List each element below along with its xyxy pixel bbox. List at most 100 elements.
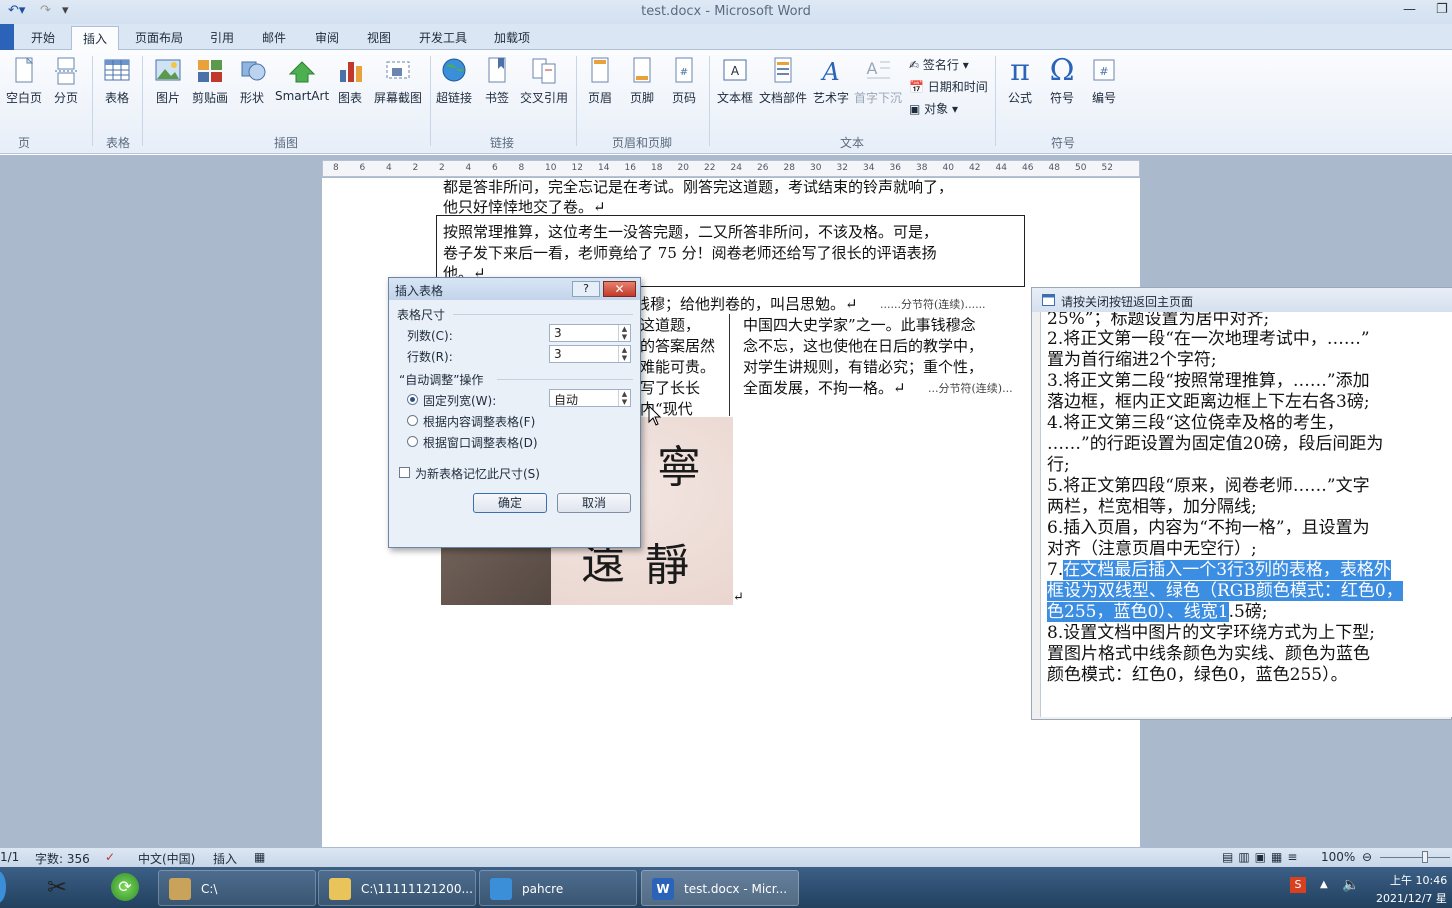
panel-title-bar[interactable]: 请按关闭按钮返回主页面 <box>1032 288 1452 312</box>
clock-time[interactable]: 上午 10:46 <box>1390 872 1447 888</box>
tab-mailings[interactable]: 邮件 <box>262 29 286 46</box>
page-break-button[interactable]: 分页 <box>52 56 80 106</box>
footer-button[interactable]: 页脚 <box>628 56 656 106</box>
rows-stepper[interactable]: 3 ▲ ▼ <box>549 345 631 363</box>
symbol-button[interactable]: Ω 符号 <box>1047 56 1077 106</box>
wordart-button[interactable]: A 艺术字 <box>812 56 850 106</box>
screenshot-button[interactable]: 屏幕截图 <box>373 56 423 106</box>
shapes-label: 形状 <box>239 91 264 105</box>
fixed-width-radio[interactable] <box>407 394 418 405</box>
taskbar-item[interactable]: C:\ <box>158 870 316 906</box>
signature-line-button[interactable]: ✍ 签名行 ▾ <box>909 56 969 73</box>
minimize-icon[interactable]: — <box>1403 2 1416 17</box>
taskbar-item[interactable]: pahcre <box>479 870 637 906</box>
explorer-icon <box>169 878 191 900</box>
dialog-title-bar[interactable]: 插入表格 ? ✕ <box>389 278 640 300</box>
number-button[interactable]: # 编号 <box>1089 56 1119 106</box>
stepper-arrows[interactable]: ▲ ▼ <box>618 346 630 362</box>
blank-page-button[interactable]: 空白页 <box>6 56 42 106</box>
page-indicator[interactable]: 1/1 <box>0 850 19 864</box>
shapes-icon <box>241 61 266 81</box>
dropcap-icon: A <box>867 59 890 79</box>
horizontal-ruler[interactable]: 8 6 4 2 2 4 6 8 10 12 14 16 18 20 22 24 26 28 30 32 34 36 38 40… <box>322 160 1140 177</box>
zoom-slider-thumb[interactable] <box>1422 851 1428 863</box>
smartart-button[interactable]: SmartArt <box>275 56 329 103</box>
file-tab[interactable] <box>0 24 14 50</box>
ruler-mark: 30 <box>810 163 822 173</box>
tab-page-layout[interactable]: 页面布局 <box>135 29 183 46</box>
crossref-button[interactable]: 交叉引用 <box>519 56 569 106</box>
macro-icon[interactable]: ▦ <box>254 850 265 864</box>
group-divider <box>497 379 633 380</box>
header-button[interactable]: 页眉 <box>586 56 614 106</box>
tab-insert[interactable]: 插入 <box>71 26 120 51</box>
bookmark-button[interactable]: 书签 <box>483 56 511 106</box>
ok-button[interactable]: 确定 <box>473 493 547 513</box>
close-button[interactable]: ✕ <box>603 281 636 297</box>
cancel-button[interactable]: 取消 <box>557 493 631 513</box>
tab-review[interactable]: 审阅 <box>315 29 339 46</box>
tray-expand-icon[interactable]: ▲ <box>1320 879 1328 890</box>
stepper-arrows[interactable]: ▲ ▼ <box>618 325 630 341</box>
clock-date[interactable]: 2021/12/7 星 <box>1376 890 1447 906</box>
tab-addins[interactable]: 加载项 <box>494 29 530 46</box>
proofing-icon[interactable]: ✓ <box>105 850 115 864</box>
datetime-button[interactable]: 📅 日期和时间 <box>909 78 988 95</box>
panel-content[interactable]: 25%”；标题设置为居中对齐; 2.将正文第一段“在一次地理考试中，……” 置为… <box>1040 312 1452 717</box>
autofit-content-radio[interactable] <box>407 415 418 426</box>
tab-home[interactable]: 开始 <box>31 29 55 46</box>
fixed-width-stepper[interactable]: 自动 ▲ ▼ <box>549 389 631 407</box>
object-button[interactable]: ▣ 对象 ▾ <box>909 100 958 117</box>
quickparts-button[interactable]: 文档部件 <box>758 56 808 106</box>
start-button[interactable] <box>0 871 6 903</box>
restore-icon[interactable]: ❐ <box>1436 2 1448 17</box>
taskbar-item[interactable]: C:\11111121200... <box>318 870 476 906</box>
signature-label: 签名行 <box>922 58 959 72</box>
taskbar-item-active[interactable]: Wtest.docx - Micr... <box>641 870 799 906</box>
tab-references[interactable]: 引用 <box>210 29 234 46</box>
chart-button[interactable]: 图表 <box>337 56 363 106</box>
zoom-out-icon[interactable]: ⊖ <box>1362 850 1372 864</box>
ruler-mark: 36 <box>889 163 901 173</box>
ribbon-separator <box>995 56 996 146</box>
remote-app-icon <box>490 878 512 900</box>
page-number-button[interactable]: # 页码 <box>670 56 698 106</box>
calendar-icon: 📅 <box>909 80 924 94</box>
instruction-panel: 请按关闭按钮返回主页面 25%”；标题设置为居中对齐; 2.将正文第一段“在一次… <box>1031 287 1452 720</box>
zoom-slider[interactable] <box>1380 857 1450 858</box>
ime-icon[interactable]: S <box>1290 877 1306 893</box>
refresh-app-icon[interactable]: ⟳ <box>111 873 139 901</box>
group-divider <box>453 314 633 315</box>
clipart-button[interactable]: 剪贴画 <box>191 56 229 106</box>
ruler-mark: 38 <box>916 163 928 173</box>
textbox-button[interactable]: A 文本框 <box>716 56 754 106</box>
task-line: ……”的行距设置为固定值20磅，段后间距为 <box>1047 434 1384 454</box>
hyperlink-button[interactable]: 超链接 <box>435 56 473 106</box>
shapes-button[interactable]: 形状 <box>239 56 266 106</box>
language-indicator[interactable]: 中文(中国) <box>138 850 195 867</box>
tab-developer[interactable]: 开发工具 <box>419 29 467 46</box>
remember-size-checkbox[interactable] <box>399 467 410 478</box>
snipping-tool-icon[interactable]: ✂ <box>47 873 67 901</box>
word-count[interactable]: 字数: 356 <box>35 850 90 867</box>
view-buttons[interactable]: ▤▥▣▦≡ <box>1222 850 1302 864</box>
right-column-line: 全面发展，不拘一格。↵ <box>743 379 906 397</box>
left-column-line: 难能可贵。 <box>640 358 716 376</box>
columns-stepper[interactable]: 3 ▲ ▼ <box>549 324 631 342</box>
zoom-level[interactable]: 100% <box>1321 850 1355 864</box>
stepper-arrows[interactable]: ▲ ▼ <box>618 390 630 406</box>
equation-button[interactable]: π 公式 <box>1005 56 1035 106</box>
dropcap-button[interactable]: A 首字下沉 <box>854 56 902 106</box>
insert-mode[interactable]: 插入 <box>213 850 237 867</box>
table-button[interactable]: 表格 <box>102 56 132 106</box>
tab-view[interactable]: 视图 <box>367 29 391 46</box>
volume-icon[interactable]: 🔈 <box>1342 877 1359 893</box>
page-break-icon <box>55 57 77 85</box>
ribbon-separator <box>92 56 93 146</box>
taskbar-item-label: C:\11111121200... <box>361 882 473 896</box>
help-button[interactable]: ? <box>572 281 600 297</box>
ribbon-tabs: 开始 插入 页面布局 引用 邮件 审阅 视图 开发工具 加载项 <box>0 24 1452 51</box>
picture-button[interactable]: 图片 <box>154 56 182 106</box>
left-column-line: 的答案居然 <box>640 337 716 355</box>
autofit-window-radio[interactable] <box>407 436 418 447</box>
